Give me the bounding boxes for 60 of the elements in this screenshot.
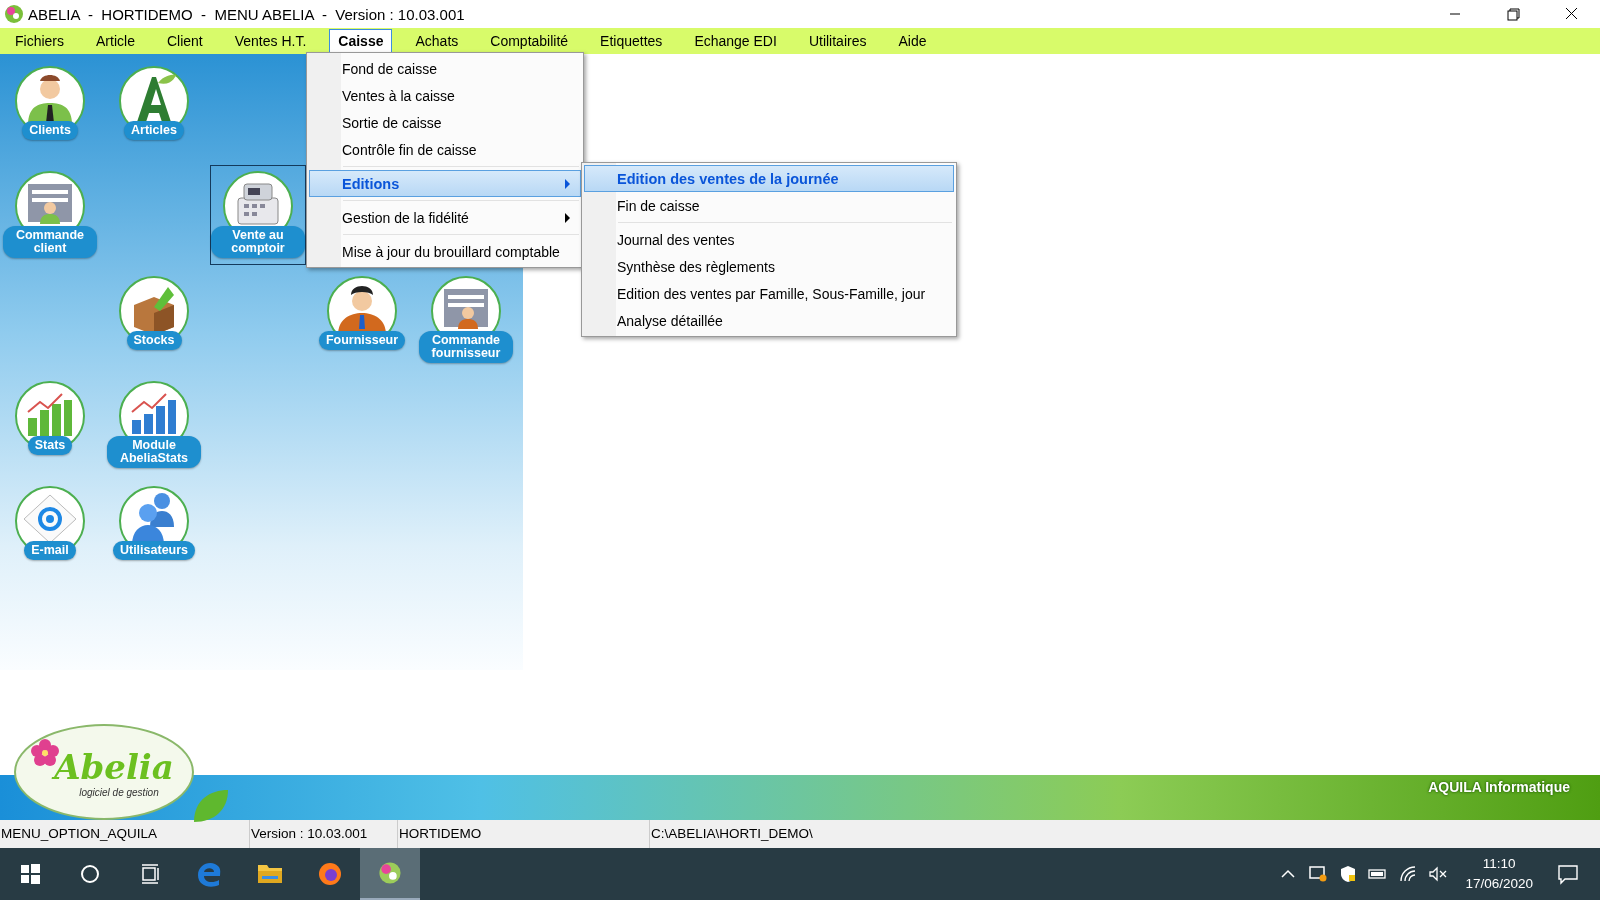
- menu-item[interactable]: Contrôle fin de caisse: [309, 136, 581, 163]
- menu-item[interactable]: Gestion de la fidélité: [309, 204, 581, 231]
- menu-item[interactable]: Fin de caisse: [584, 192, 954, 219]
- menu-item[interactable]: Fichiers: [6, 29, 73, 53]
- shortcut-tile[interactable]: Articles: [106, 60, 202, 160]
- shortcut-label: Articles: [124, 121, 184, 140]
- shortcut-tile[interactable]: Fournisseur: [314, 270, 410, 370]
- menu-item[interactable]: Edition des ventes par Famille, Sous-Famille, jour: [584, 280, 954, 307]
- menu-item[interactable]: Achats: [406, 29, 468, 53]
- shortcut-label: Stocks: [126, 331, 182, 350]
- shortcut-tile[interactable]: E-mail: [2, 480, 98, 580]
- shortcut-tile[interactable]: Stocks: [106, 270, 202, 370]
- menu-item[interactable]: Ventes à la caisse: [309, 82, 581, 109]
- menu-item[interactable]: Mise à jour du brouillard comptable: [309, 238, 581, 265]
- shortcut-label: Clients: [22, 121, 78, 140]
- shortcut-label: Commande client: [3, 226, 97, 258]
- shortcut-tile[interactable]: Vente au comptoir: [210, 165, 306, 265]
- window-title: ABELIA - HORTIDEMO - MENU ABELIA - Version : 10.03.001: [28, 5, 466, 23]
- clock-time: 11:10: [1482, 855, 1516, 873]
- shortcut-tile[interactable]: Module AbeliaStats: [106, 375, 202, 475]
- menu-item[interactable]: Caisse: [329, 29, 393, 53]
- menu-item[interactable]: Analyse détaillée: [584, 307, 954, 334]
- logo-tagline: logiciel de gestion: [79, 786, 159, 798]
- menu-item[interactable]: Journal des ventes: [584, 226, 954, 253]
- menu-item[interactable]: Editions: [309, 170, 581, 197]
- monitor-icon[interactable]: [1308, 864, 1329, 884]
- shortcut-label: Commande fournisseur: [419, 331, 513, 363]
- menu-item[interactable]: Fond de caisse: [309, 55, 581, 82]
- shortcut-tile[interactable]: Utilisateurs: [106, 480, 202, 580]
- shortcut-label: Fournisseur: [318, 331, 406, 350]
- shortcut-label: Stats: [27, 436, 73, 455]
- app-flower-icon[interactable]: [360, 848, 420, 900]
- menu-item[interactable]: Edition des ventes de la journée: [584, 165, 954, 192]
- shortcut-label: Module AbeliaStats: [107, 436, 201, 468]
- menu-item[interactable]: Aide: [889, 29, 936, 53]
- menu-item[interactable]: Etiquettes: [591, 29, 672, 53]
- menu-item[interactable]: Echange EDI: [685, 29, 786, 53]
- menu-item[interactable]: Client: [157, 29, 212, 53]
- shortcut-label: E-mail: [24, 541, 76, 560]
- shortcut-tile[interactable]: Commande fournisseur: [418, 270, 514, 370]
- notifications-icon[interactable]: [1556, 862, 1580, 886]
- shortcut-tile[interactable]: Clients: [2, 60, 98, 160]
- menu-item[interactable]: Comptabilité: [481, 29, 578, 53]
- company-name: AQUILA Informatique: [1428, 779, 1570, 795]
- submenu-arrow-icon: [565, 179, 570, 189]
- menu-item[interactable]: Ventes H.T.: [225, 29, 316, 53]
- speaker-muted-icon[interactable]: [1428, 864, 1449, 884]
- submenu-arrow-icon: [565, 213, 570, 223]
- shortcut-tile[interactable]: Stats: [2, 375, 98, 475]
- shortcut-label: Utilisateurs: [112, 541, 196, 560]
- shortcut-tile[interactable]: Commande client: [2, 165, 98, 265]
- shortcut-label: Vente au comptoir: [211, 226, 305, 258]
- status-text: C:\ABELIA\HORTI_DEMO\: [650, 825, 814, 843]
- app-flower-icon: [4, 4, 24, 24]
- menu-item[interactable]: Article: [87, 29, 144, 53]
- menu-item[interactable]: Utilitaires: [799, 29, 876, 53]
- clock[interactable]: 11:10 17/06/2020: [1465, 854, 1533, 894]
- menu-item[interactable]: Synthèse des règlements: [584, 253, 954, 280]
- menu-item[interactable]: Sortie de caisse: [309, 109, 581, 136]
- clock-date: 17/06/2020: [1465, 875, 1533, 893]
